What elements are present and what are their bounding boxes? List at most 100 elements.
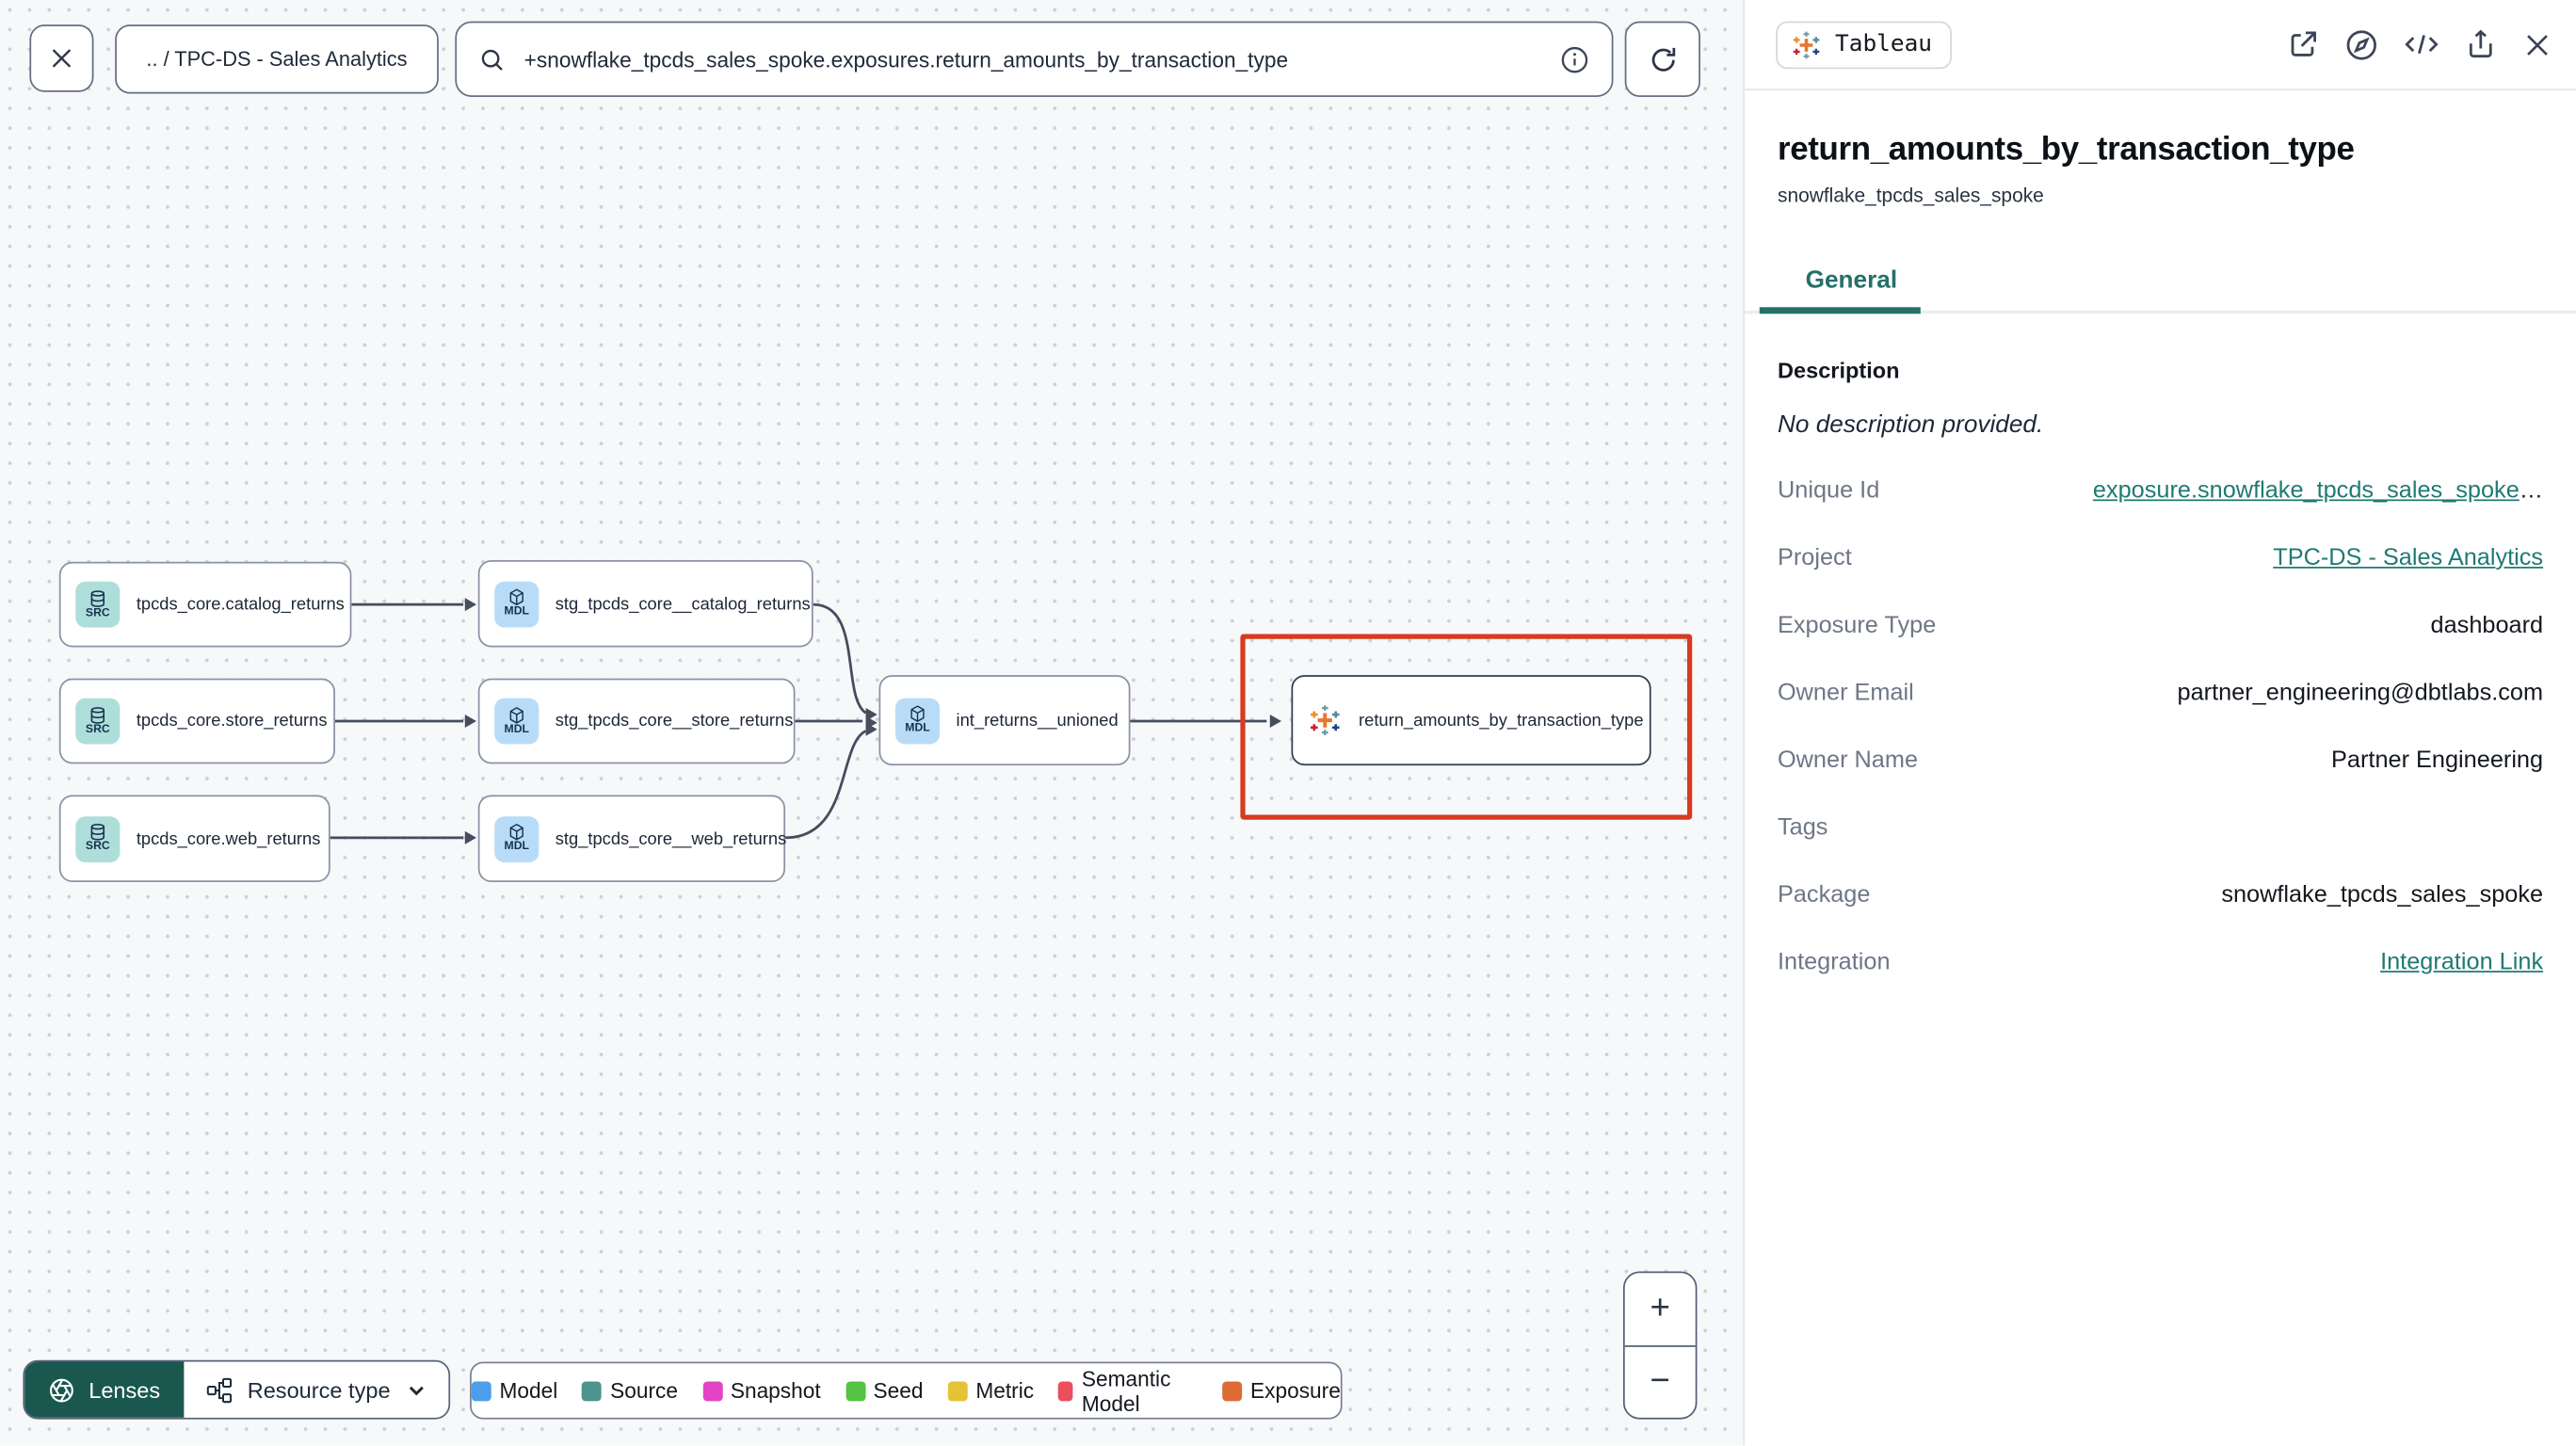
source-icon: SRC (75, 815, 121, 862)
description-heading: Description (1777, 358, 1900, 383)
node-type-badge: SRC (85, 606, 110, 619)
graph-node-source-web-returns[interactable]: SRC tpcds_core.web_returns (58, 795, 330, 883)
node-type-badge: MDL (905, 722, 930, 734)
tab-general[interactable]: General (1759, 266, 1921, 314)
model-icon: MDL (494, 815, 539, 862)
node-label: stg_tpcds_core__web_returns (555, 828, 787, 849)
refresh-icon (1650, 46, 1675, 71)
node-label: int_returns__unioned (956, 710, 1119, 731)
project-link[interactable]: TPC-DS - Sales Analytics (2273, 545, 2543, 571)
details-panel-header: Tableau (1745, 0, 2576, 90)
tableau-logo-icon (1793, 30, 1820, 58)
canvas-zoom-control: + − (1622, 1271, 1698, 1420)
node-type-badge: MDL (504, 841, 529, 853)
external-link-icon (2291, 31, 2316, 56)
legend-item-source: Source (582, 1378, 678, 1403)
view-code-button[interactable] (2404, 28, 2439, 61)
source-icon: SRC (75, 581, 121, 628)
aperture-icon (50, 1377, 73, 1402)
model-icon: MDL (894, 697, 941, 744)
chevron-down-icon (409, 1385, 424, 1395)
integration-badge[interactable]: Tableau (1776, 20, 1952, 69)
resource-title: return_amounts_by_transaction_type (1777, 131, 2355, 168)
field-unique-id: Unique Id exposure.snowflake_tpcds_sales… (1777, 477, 2544, 505)
field-package: Package snowflake_tpcds_sales_spoke (1777, 882, 2544, 908)
node-type-badge: SRC (85, 723, 110, 735)
model-icon: MDL (494, 698, 539, 745)
snapshot-swatch (702, 1380, 723, 1401)
panel-tabs: General (1745, 266, 2576, 314)
resource-type-icon (206, 1377, 232, 1403)
exposure-swatch (1222, 1380, 1243, 1401)
zoom-out-button[interactable]: − (1625, 1346, 1696, 1418)
resource-package-subtitle: snowflake_tpcds_sales_spoke (1777, 184, 2044, 207)
close-panel-button[interactable] (2521, 29, 2552, 60)
minus-icon: − (1650, 1361, 1670, 1401)
node-label: stg_tpcds_core__store_returns (555, 711, 794, 731)
compass-icon (2346, 29, 2376, 59)
source-swatch (582, 1380, 603, 1401)
field-exposure-type: Exposure Type dashboard (1777, 612, 2544, 639)
graph-node-source-store-returns[interactable]: SRC tpcds_core.store_returns (58, 678, 335, 764)
dbt-explorer-lineage-view: SRC tpcds_core.catalog_returns SRC tpcds… (0, 0, 2576, 1446)
node-type-badge: MDL (504, 723, 529, 735)
share-button[interactable] (2464, 28, 2497, 61)
plus-icon: + (1650, 1289, 1670, 1327)
close-lineage-button[interactable] (29, 24, 94, 92)
node-label: tpcds_core.catalog_returns (136, 594, 345, 615)
model-icon: MDL (494, 580, 539, 627)
legend-item-snapshot: Snapshot (702, 1378, 821, 1403)
lineage-canvas[interactable]: SRC tpcds_core.catalog_returns SRC tpcds… (0, 0, 1744, 1446)
close-icon (52, 49, 72, 68)
graph-node-exposure-return-amounts[interactable]: return_amounts_by_transaction_type (1291, 675, 1651, 766)
field-tags: Tags (1777, 814, 1828, 842)
zoom-in-button[interactable]: + (1624, 1273, 1696, 1346)
node-label: stg_tpcds_core__catalog_returns (555, 593, 811, 614)
lenses-button[interactable]: Lenses (24, 1361, 184, 1418)
semantic-model-swatch (1058, 1380, 1074, 1401)
search-input[interactable] (521, 44, 1545, 73)
description-empty-text: No description provided. (1777, 410, 2044, 439)
node-type-badge: SRC (85, 841, 110, 853)
seed-swatch (845, 1380, 865, 1401)
resource-type-dropdown[interactable]: Resource type (183, 1361, 448, 1418)
breadcrumb[interactable]: .. / TPC-DS - Sales Analytics (115, 24, 439, 94)
explore-button[interactable] (2344, 27, 2379, 62)
search-icon (481, 48, 503, 71)
metadata-fields: Unique Id exposure.snowflake_tpcds_sales… (1778, 478, 2543, 1017)
refresh-graph-button[interactable] (1624, 21, 1700, 97)
graph-node-stg-store-returns[interactable]: MDL stg_tpcds_core__store_returns (477, 678, 796, 764)
node-label: tpcds_core.store_returns (136, 711, 328, 731)
resource-legend: Model Source Snapshot Seed Metric Semant… (470, 1361, 1343, 1420)
legend-item-seed: Seed (845, 1378, 924, 1403)
field-integration: Integration Integration Link (1777, 949, 2544, 976)
node-type-badge: MDL (504, 605, 529, 619)
open-external-button[interactable] (2287, 28, 2320, 61)
code-icon (2405, 35, 2439, 55)
legend-item-model: Model (471, 1378, 557, 1403)
node-label: return_amounts_by_transaction_type (1359, 710, 1644, 731)
field-owner-email: Owner Email partner_engineering@dbtlabs.… (1777, 680, 2544, 707)
field-owner-name: Owner Name Partner Engineering (1777, 747, 2544, 774)
source-icon: SRC (75, 698, 121, 745)
share-icon (2469, 29, 2492, 58)
metric-swatch (947, 1380, 968, 1401)
lenses-control: Lenses Resource type (23, 1359, 450, 1420)
graph-node-int-returns-unioned[interactable]: MDL int_returns__unioned (878, 675, 1131, 766)
integration-link[interactable]: Integration Link (2380, 950, 2543, 976)
graph-node-stg-web-returns[interactable]: MDL stg_tpcds_core__web_returns (477, 795, 787, 883)
legend-item-exposure: Exposure (1222, 1378, 1341, 1403)
legend-item-metric: Metric (947, 1378, 1034, 1403)
lineage-search[interactable] (455, 21, 1614, 97)
field-project: Project TPC-DS - Sales Analytics (1777, 545, 2544, 572)
info-icon[interactable] (1559, 43, 1590, 74)
node-label: tpcds_core.web_returns (136, 828, 321, 849)
details-panel: Tableau return_amounts_by_transaction_ty… (1743, 0, 2576, 1446)
tableau-logo-icon (1308, 703, 1343, 738)
model-swatch (471, 1380, 491, 1401)
unique-id-link[interactable]: exposure.snowflake_tpcds_sales_spoke (2093, 478, 2520, 505)
close-icon (2527, 34, 2548, 55)
legend-item-semantic-model: Semantic Model (1058, 1366, 1198, 1415)
graph-node-source-catalog-returns[interactable]: SRC tpcds_core.catalog_returns (58, 561, 352, 648)
graph-node-stg-catalog-returns[interactable]: MDL stg_tpcds_core__catalog_returns (477, 560, 813, 648)
